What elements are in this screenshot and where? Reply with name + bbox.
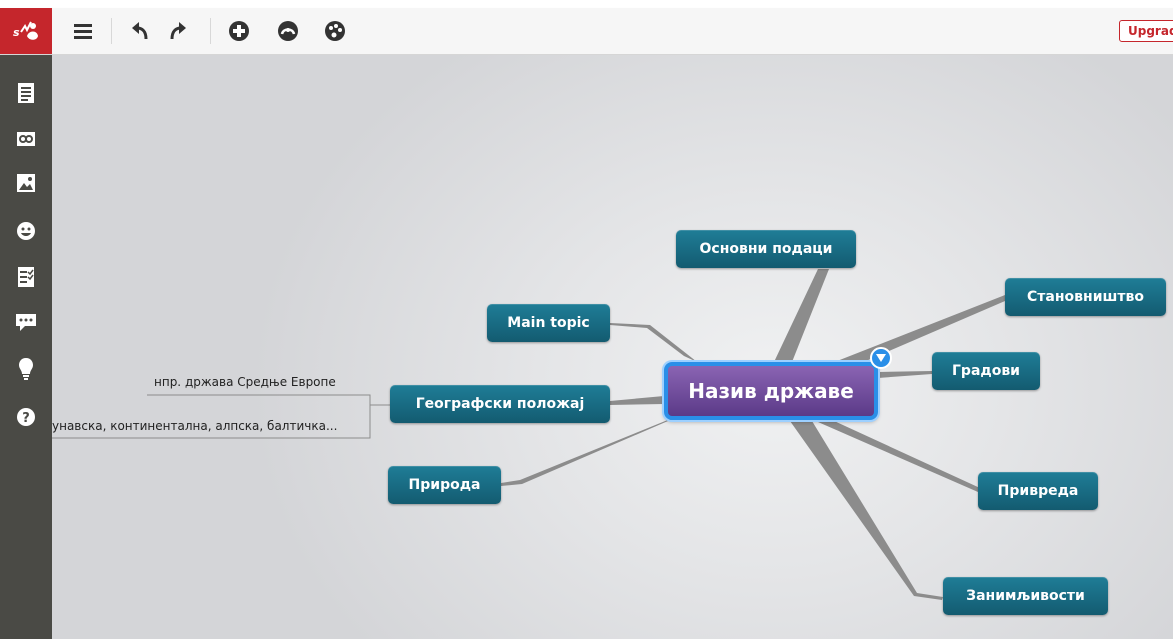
note-text[interactable]: унавска, континентална, алпска, балтичка… xyxy=(52,419,337,433)
node-priroda[interactable]: Природа xyxy=(388,466,501,504)
connector-geo xyxy=(610,396,664,405)
undo-icon xyxy=(132,22,148,40)
link-icon xyxy=(17,132,35,146)
note-text[interactable]: нпр. држава Средње Европе xyxy=(154,375,336,389)
comment-button[interactable] xyxy=(10,307,42,339)
node-main-topic[interactable]: Main topic xyxy=(487,304,610,342)
svg-text:?: ? xyxy=(22,411,30,426)
add-icon xyxy=(229,21,249,41)
notes-button[interactable] xyxy=(10,77,42,109)
image-button[interactable] xyxy=(10,167,42,199)
connector-zanimljivosti xyxy=(790,421,943,600)
central-topic[interactable]: Назив државе xyxy=(664,362,878,420)
node-gradovi[interactable]: Градови xyxy=(932,352,1040,390)
redo-button[interactable] xyxy=(162,16,192,46)
app-logo[interactable]: s xyxy=(0,8,52,54)
redo-icon xyxy=(170,22,186,40)
palette-button[interactable] xyxy=(320,16,350,46)
connector-osnovni xyxy=(774,269,829,362)
add-topic-button[interactable] xyxy=(224,16,254,46)
triangle-down-icon xyxy=(876,354,886,362)
connector-main-topic xyxy=(610,323,697,362)
palette-icon xyxy=(325,21,345,41)
style-icon xyxy=(278,21,298,41)
image-icon xyxy=(17,174,35,192)
node-osnovni-podaci[interactable]: Основни подаци xyxy=(676,230,856,268)
connector-lines xyxy=(52,269,1005,600)
toolbar-divider xyxy=(111,18,112,44)
logo-icon: s xyxy=(13,21,38,40)
help-button[interactable]: ? xyxy=(10,401,42,433)
undo-button[interactable] xyxy=(126,16,156,46)
connector-gradovi xyxy=(878,371,932,378)
node-zanimljivosti[interactable]: Занимљивости xyxy=(943,577,1108,615)
idea-icon xyxy=(19,358,33,380)
link-button[interactable] xyxy=(10,123,42,155)
collapse-toggle[interactable] xyxy=(870,347,892,369)
svg-text:s: s xyxy=(13,26,20,39)
idea-button[interactable] xyxy=(10,353,42,385)
sidebar: ? xyxy=(0,55,52,639)
style-button[interactable] xyxy=(273,16,303,46)
menu-icon xyxy=(74,24,92,39)
task-button[interactable] xyxy=(10,261,42,293)
task-icon xyxy=(18,267,34,287)
toolbar: s Upgrad xyxy=(0,8,1173,55)
node-stanovnistvo[interactable]: Становништво xyxy=(1005,278,1166,316)
comment-icon xyxy=(16,314,36,331)
help-icon: ? xyxy=(17,408,35,426)
toolbar-divider xyxy=(210,18,211,44)
mindmap-canvas[interactable]: Основни подаци Main topic Географски пол… xyxy=(52,55,1173,639)
emoji-icon xyxy=(17,222,35,240)
node-privreda[interactable]: Привреда xyxy=(978,472,1098,510)
node-geografski-polozaj[interactable]: Географски положај xyxy=(390,385,610,423)
notes-icon xyxy=(18,83,34,103)
upgrade-button[interactable]: Upgrad xyxy=(1119,20,1173,42)
menu-button[interactable] xyxy=(68,16,98,46)
emoji-button[interactable] xyxy=(10,215,42,247)
connector-priroda xyxy=(501,415,682,486)
